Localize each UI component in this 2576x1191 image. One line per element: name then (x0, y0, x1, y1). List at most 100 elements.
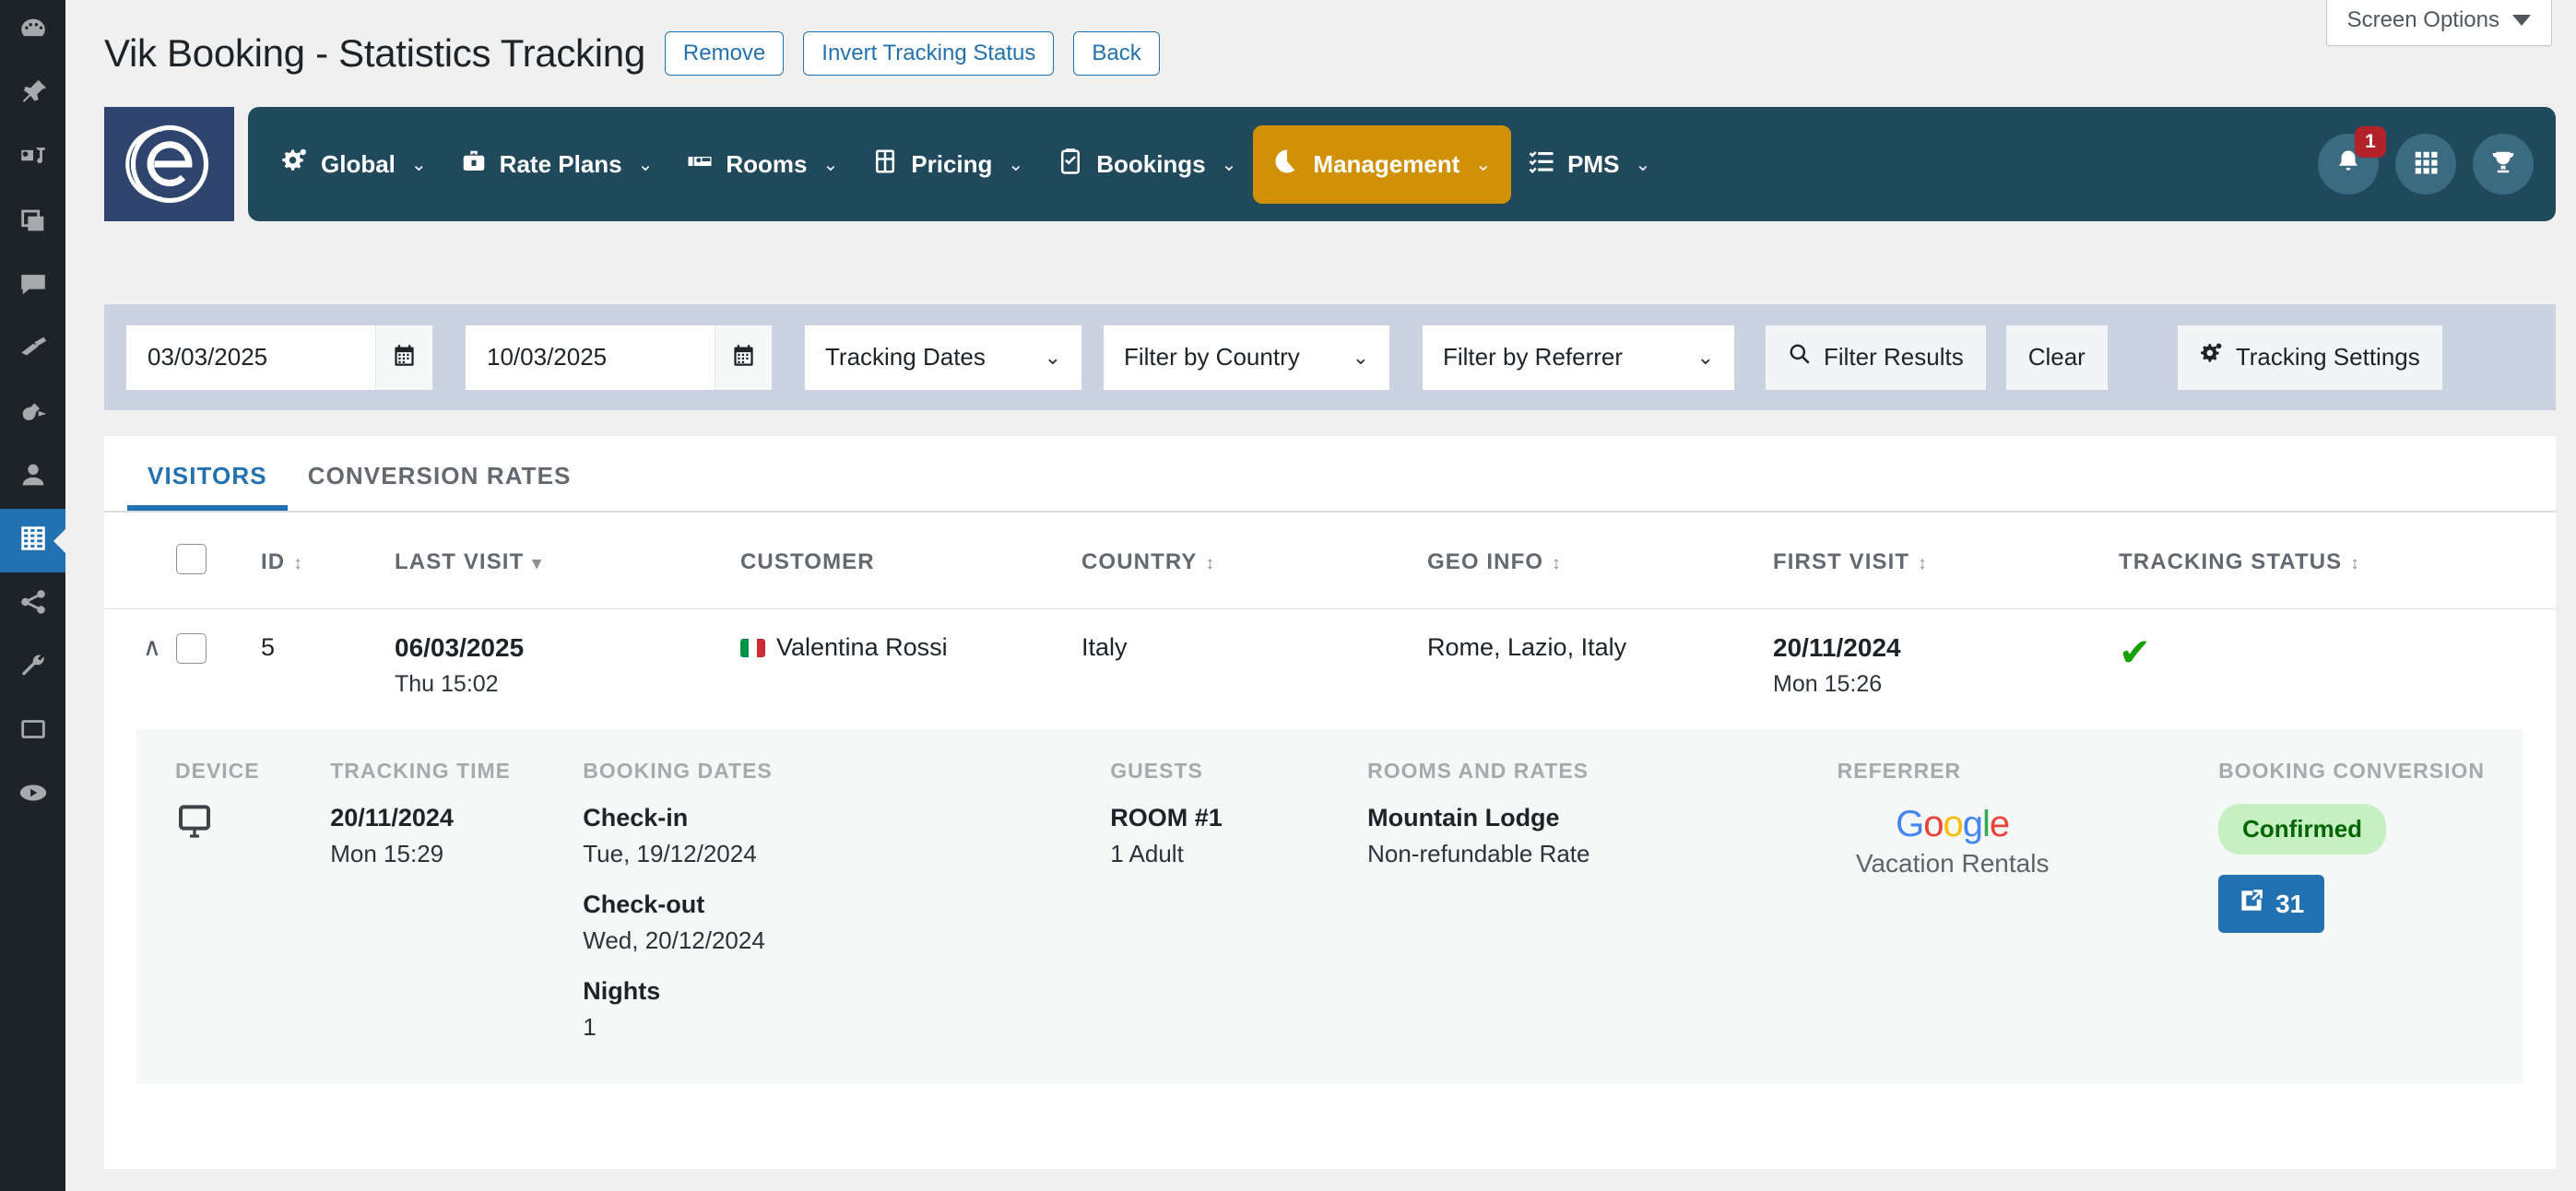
open-booking-button[interactable]: 31 (2218, 875, 2325, 933)
nav-item-bookings[interactable]: Bookings ⌄ (1040, 133, 1253, 196)
chevron-down-icon: ⌄ (410, 154, 427, 175)
tab-bar: VISITORS CONVERSION RATES (104, 436, 2556, 513)
apps-grid-button[interactable] (2395, 134, 2456, 195)
sidebar-item-posts[interactable] (0, 64, 65, 127)
sidebar-item-settings[interactable] (0, 700, 65, 763)
geo-info-header-label: GEO INFO (1427, 549, 1544, 574)
notifications-badge: 1 (2355, 126, 2386, 158)
chevron-up-icon[interactable]: ∧ (143, 633, 161, 661)
customer-header-label: CUSTOMER (740, 549, 875, 574)
tab-conversion-rates[interactable]: CONVERSION RATES (288, 436, 592, 511)
tab-visitors[interactable]: VISITORS (127, 436, 288, 511)
remove-button[interactable]: Remove (664, 31, 785, 77)
tracking-time-time: Mon 15:29 (330, 840, 444, 867)
sidebar-item-share[interactable] (0, 572, 65, 636)
sidebar-item-plugins[interactable] (0, 382, 65, 445)
sidebar-item-tools[interactable] (0, 636, 65, 700)
sidebar-item-dashboard[interactable] (0, 0, 65, 64)
first-visit-header-label: FIRST VISIT (1773, 549, 1910, 574)
table-row[interactable]: ∧ 5 06/03/2025 Thu 15:02 Valentina Rossi… (104, 609, 2556, 723)
invert-tracking-status-button[interactable]: Invert Tracking Status (803, 31, 1055, 77)
screen-options-button[interactable]: Screen Options (2325, 0, 2552, 46)
id-header[interactable]: ID ↕ (261, 513, 395, 609)
sort-icon: ↕ (293, 554, 303, 573)
italy-flag-icon (740, 639, 765, 657)
table-body: ∧ 5 06/03/2025 Thu 15:02 Valentina Rossi… (104, 609, 2556, 723)
row-select-cell[interactable] (176, 609, 261, 723)
first-visit-header[interactable]: FIRST VISIT ↕ (1773, 513, 2119, 609)
screen-options-label: Screen Options (2346, 7, 2499, 32)
nav-item-pms[interactable]: PMS ⌄ (1511, 133, 1667, 196)
logo-e-icon (124, 124, 208, 204)
chevron-down-icon: ⌄ (822, 154, 839, 175)
sidebar-item-comments[interactable] (0, 254, 65, 318)
nav-item-global[interactable]: Global ⌄ (265, 133, 443, 196)
date-from-calendar-button[interactable] (375, 324, 432, 390)
brush-icon (18, 332, 49, 368)
row-first-visit-cell: 20/11/2024 Mon 15:26 (1773, 609, 2119, 723)
date-to-group: 10/03/2025 (466, 324, 772, 390)
tracking-status-header[interactable]: TRACKING STATUS ↕ (2119, 513, 2556, 609)
grid-icon (2412, 148, 2440, 181)
tracking-settings-label: Tracking Settings (2235, 343, 2420, 371)
clear-filters-button[interactable]: Clear (2005, 324, 2108, 390)
notifications-button[interactable]: 1 (2318, 126, 2386, 195)
nav-item-rooms[interactable]: Rooms ⌄ (669, 133, 855, 196)
row-customer-cell: Valentina Rossi (740, 609, 1081, 723)
country-header[interactable]: COUNTRY ↕ (1081, 513, 1427, 609)
chevron-down-icon: ⌄ (1635, 154, 1651, 175)
sidebar-item-media[interactable] (0, 127, 65, 191)
guests-occupancy: 1 Adult (1110, 840, 1184, 867)
select-all-header (176, 513, 261, 609)
sidebar-item-pages[interactable] (0, 191, 65, 254)
back-button[interactable]: Back (1073, 31, 1160, 77)
customer-header: CUSTOMER (740, 513, 1081, 609)
tracking-dates-select[interactable]: Tracking Dates ⌄ (805, 324, 1081, 390)
tracking-time-date: 20/11/2024 (330, 804, 454, 831)
trophy-button[interactable] (2473, 134, 2534, 195)
sidebar-item-collapse[interactable] (0, 763, 65, 827)
gears-icon (281, 147, 309, 182)
content-panel: VISITORS CONVERSION RATES ID ↕ LAST VISIT… (104, 436, 2556, 1169)
referrer-filter-select[interactable]: Filter by Referrer ⌄ (1423, 324, 1734, 390)
checkout-label: Check-out (583, 890, 705, 918)
geo-info-header[interactable]: GEO INFO ↕ (1427, 513, 1773, 609)
sidebar-item-appearance[interactable] (0, 318, 65, 382)
tracking-settings-button[interactable]: Tracking Settings (2177, 324, 2442, 390)
nav-item-management[interactable]: Management ⌄ (1253, 124, 1512, 204)
booking-conversion-label: BOOKING CONVERSION (2218, 759, 2485, 783)
select-all-checkbox[interactable] (176, 544, 207, 574)
country-filter-select[interactable]: Filter by Country ⌄ (1104, 324, 1389, 390)
nights-label: Nights (583, 977, 661, 1005)
row-checkbox[interactable] (176, 633, 207, 664)
room-name: Mountain Lodge (1367, 804, 1560, 831)
chevron-down-icon: ⌄ (1221, 154, 1237, 175)
row-expand-cell[interactable]: ∧ (104, 609, 176, 723)
country-filter-value: Filter by Country (1124, 343, 1300, 371)
tracking-dates-value: Tracking Dates (825, 343, 986, 371)
last-visit-header[interactable]: LAST VISIT ▾ (395, 513, 740, 609)
detail-tracking-time: TRACKING TIME 20/11/2024 Mon 15:29 (330, 759, 583, 1042)
date-from-input[interactable]: 03/03/2025 (126, 324, 375, 390)
open-booking-count: 31 (2275, 889, 2305, 918)
pin-icon (18, 77, 49, 113)
chevron-down-icon (2512, 15, 2531, 26)
referrer-sub: Vacation Rentals (1855, 849, 2050, 878)
sidebar-item-vikbooking[interactable] (0, 509, 65, 572)
device-label: DEVICE (175, 759, 260, 783)
checkout-value: Wed, 20/12/2024 (583, 926, 765, 954)
nav-label-rate-plans: Rate Plans (499, 149, 622, 178)
nav-item-pricing[interactable]: Pricing ⌄ (855, 133, 1040, 196)
trophy-icon (2489, 148, 2517, 181)
filter-results-button[interactable]: Filter Results (1766, 324, 1986, 390)
tracking-time-label: TRACKING TIME (330, 759, 511, 783)
date-to-calendar-button[interactable] (715, 324, 772, 390)
page-title: Vik Booking - Statistics Tracking (104, 31, 645, 76)
nav-label-pms: PMS (1567, 149, 1620, 178)
nav-item-rate-plans[interactable]: Rate Plans ⌄ (443, 133, 670, 196)
sidebar-item-users[interactable] (0, 445, 65, 509)
piechart-icon (1273, 147, 1301, 182)
chevron-down-icon: ⌄ (1696, 345, 1714, 369)
detail-guests: GUESTS ROOM #1 1 Adult (1110, 759, 1367, 1042)
date-to-input[interactable]: 10/03/2025 (466, 324, 715, 390)
